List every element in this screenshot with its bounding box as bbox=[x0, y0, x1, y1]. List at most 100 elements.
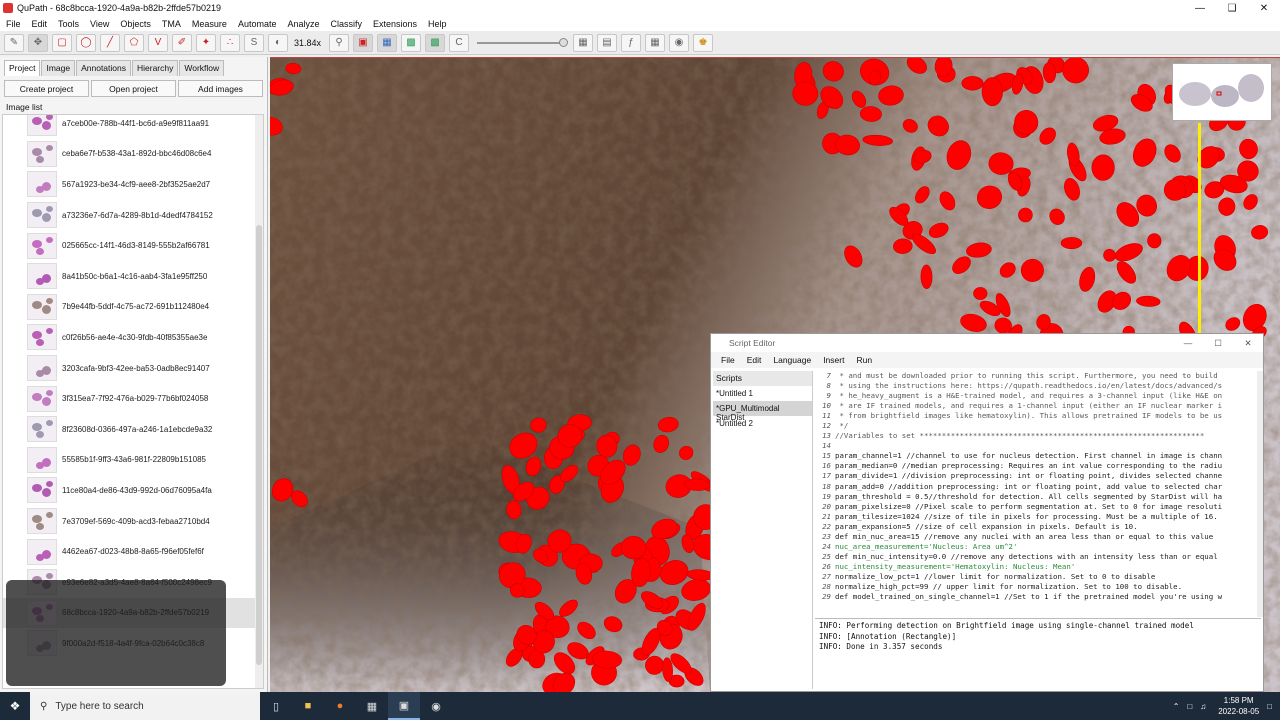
image-list-item[interactable]: c0f26b56-ae4e-4c30-9fdb-40f85355ae3e bbox=[3, 322, 263, 353]
thumbnail-tissue bbox=[46, 420, 53, 427]
wand-tool-icon[interactable]: ✦ bbox=[196, 33, 216, 52]
open-project-button[interactable]: Open project bbox=[91, 80, 176, 97]
menu-classify[interactable]: Classify bbox=[331, 19, 363, 29]
rectangle-tool-icon[interactable]: ▢ bbox=[52, 33, 72, 52]
image-list-scroll-thumb[interactable] bbox=[256, 225, 262, 665]
taskbar-clock[interactable]: 1:58 PM 2022-08-05 bbox=[1218, 695, 1259, 717]
menu-analyze[interactable]: Analyze bbox=[287, 19, 319, 29]
code-editor[interactable]: 7 * and must be downloaded prior to runn… bbox=[815, 371, 1255, 617]
menu-view[interactable]: View bbox=[90, 19, 109, 29]
points-tool-icon[interactable]: ∴ bbox=[220, 33, 240, 52]
script-menu-edit[interactable]: Edit bbox=[747, 355, 762, 365]
menu-objects[interactable]: Objects bbox=[120, 19, 151, 29]
menu-measure[interactable]: Measure bbox=[192, 19, 227, 29]
show-connections-icon[interactable]: C bbox=[449, 33, 470, 52]
menu-file[interactable]: File bbox=[6, 19, 21, 29]
show-annotations-icon[interactable]: ▣ bbox=[353, 33, 374, 52]
line-tool-icon[interactable]: ╱ bbox=[100, 33, 120, 52]
image-list-item[interactable]: 55585b1f-9ff3-43a6-981f-22809b151085 bbox=[3, 445, 263, 476]
taskbar-search[interactable]: ⚲ Type here to search bbox=[30, 692, 260, 720]
qupath-app-icon bbox=[3, 3, 13, 13]
counting-grid-icon[interactable]: ▦ bbox=[645, 33, 666, 52]
opacity-slider-knob[interactable] bbox=[559, 37, 569, 47]
image-list-item[interactable]: ceba6e7f-b538-43a1-892d-bbc46d08c6e4 bbox=[3, 139, 263, 170]
network-icon[interactable]: □ bbox=[1187, 702, 1192, 711]
image-list-item[interactable]: 11ce80a4-de86-43d9-992d-06d76095a4fa bbox=[3, 475, 263, 506]
tab-image[interactable]: Image bbox=[41, 60, 76, 76]
image-list-scrollbar[interactable] bbox=[255, 115, 263, 688]
image-list-item[interactable]: 3203cafa-9bf3-42ee-ba53-0adb8ec91407 bbox=[3, 353, 263, 384]
image-list-item[interactable]: 025665cc-14f1-46d3-8149-555b2af66781 bbox=[3, 230, 263, 261]
create-project-button[interactable]: Create project bbox=[4, 80, 89, 97]
script-item[interactable]: *GPU_Multimodal StarDist bbox=[713, 401, 812, 422]
image-list-item[interactable]: 3f315ea7-7f92-476a-b029-77b6bf024058 bbox=[3, 383, 263, 414]
tab-project[interactable]: Project bbox=[4, 60, 41, 76]
opacity-slider[interactable] bbox=[477, 37, 569, 47]
menu-tma[interactable]: TMA bbox=[162, 19, 181, 29]
script-menu-insert[interactable]: Insert bbox=[823, 355, 844, 365]
slide-overview[interactable] bbox=[1172, 63, 1272, 121]
extensions-icon[interactable]: ♚ bbox=[693, 33, 714, 52]
log-viewer-icon[interactable]: ◉ bbox=[669, 33, 690, 52]
show-grid-icon[interactable]: ▦ bbox=[573, 33, 594, 52]
maximize-button[interactable]: ❏ bbox=[1216, 3, 1248, 14]
close-button[interactable]: ✕ bbox=[1248, 3, 1280, 14]
script-minimize-button[interactable]: — bbox=[1173, 338, 1203, 349]
menu-automate[interactable]: Automate bbox=[238, 19, 277, 29]
brightness-contrast-icon[interactable]: ◐ bbox=[268, 33, 288, 52]
code-text: * are IF trained models, and requires a … bbox=[835, 401, 1223, 411]
file-explorer-icon[interactable]: ■ bbox=[292, 692, 324, 720]
task-view-icon[interactable]: ▯ bbox=[260, 692, 292, 720]
script-item[interactable]: *Untitled 2 bbox=[713, 416, 812, 431]
move-tool-icon[interactable]: ✥ bbox=[28, 33, 48, 52]
image-list-item[interactable]: 7b9e44fb-5ddf-4c75-ac72-691b112480e4 bbox=[3, 292, 263, 323]
show-detections-icon[interactable]: ▩ bbox=[401, 33, 422, 52]
brush-draw-tool-icon[interactable]: ✐ bbox=[172, 33, 192, 52]
tab-workflow[interactable]: Workflow bbox=[179, 60, 225, 76]
ellipse-tool-icon[interactable]: ◯ bbox=[76, 33, 96, 52]
script-maximize-button[interactable]: ☐ bbox=[1203, 338, 1233, 349]
thumbnail-tissue bbox=[36, 370, 44, 378]
script-item[interactable]: *Untitled 1 bbox=[713, 386, 812, 401]
image-list-item[interactable]: 567a1923-be34-4cf9-aee8-2bf3525ae2d7 bbox=[3, 169, 263, 200]
menu-edit[interactable]: Edit bbox=[32, 19, 48, 29]
brush-tool-icon[interactable]: ✎ bbox=[4, 33, 24, 52]
menu-extensions[interactable]: Extensions bbox=[373, 19, 417, 29]
code-scrollbar[interactable] bbox=[1257, 371, 1263, 617]
menu-tools[interactable]: Tools bbox=[58, 19, 79, 29]
script-close-button[interactable]: ✕ bbox=[1233, 338, 1263, 349]
windows-start-icon[interactable]: ❖ bbox=[0, 692, 30, 720]
tray-chevron-icon[interactable]: ⌃ bbox=[1173, 702, 1180, 711]
thumbnail-tissue bbox=[36, 247, 44, 255]
script-menu-run[interactable]: Run bbox=[856, 355, 872, 365]
image-list-item[interactable]: 8f23608d-0366-497a-a246-1a1ebcde9a32 bbox=[3, 414, 263, 445]
polyline-tool-icon[interactable]: V bbox=[148, 33, 168, 52]
fill-detections-icon[interactable]: ▩ bbox=[425, 33, 446, 52]
firefox-icon[interactable]: ● bbox=[324, 692, 356, 720]
qupath-taskbar-icon[interactable]: ▣ bbox=[388, 692, 420, 720]
image-list-item[interactable]: a73236e7-6d7a-4289-8b1d-4dedf4784152 bbox=[3, 200, 263, 231]
script-menu-file[interactable]: File bbox=[721, 355, 735, 365]
measurement-table-icon[interactable]: ▤ bbox=[597, 33, 618, 52]
image-list-item[interactable]: 8a41b50c-b6a1-4c16-aab4-3fa1e95ff250 bbox=[3, 261, 263, 292]
app-icon[interactable]: ▦ bbox=[356, 692, 388, 720]
image-list-item[interactable]: 4462ea67-d023-48b8-8a65-f96ef05fef6f bbox=[3, 536, 263, 567]
notifications-icon[interactable]: □ bbox=[1267, 702, 1272, 711]
show-tma-grid-icon[interactable]: ▦ bbox=[377, 33, 398, 52]
image-list-item[interactable]: 7e3709ef-569c-409b-acd3-febaa2710bd4 bbox=[3, 506, 263, 537]
volume-icon[interactable]: ♫ bbox=[1200, 702, 1206, 711]
line-number: 19 bbox=[822, 491, 831, 501]
script-menu-language[interactable]: Language bbox=[773, 355, 811, 365]
code-line: 18 param_add=0 //addition preprocessing: … bbox=[815, 482, 1255, 492]
tab-hierarchy[interactable]: Hierarchy bbox=[132, 60, 179, 76]
pixel-classifier-icon[interactable]: ƒ bbox=[621, 33, 642, 52]
tab-annotations[interactable]: Annotations bbox=[76, 60, 131, 76]
zoom-to-fit-icon[interactable]: ⚲ bbox=[329, 33, 350, 52]
obs-icon[interactable]: ◉ bbox=[420, 692, 452, 720]
polygon-tool-icon[interactable]: ⬠ bbox=[124, 33, 144, 52]
minimize-button[interactable]: — bbox=[1184, 3, 1216, 14]
add-images-button[interactable]: Add images bbox=[178, 80, 263, 97]
image-list-item[interactable]: a7ceb00e-788b-44f1-bc6d-a9e9f811aa91 bbox=[3, 115, 263, 139]
selection-mode-icon[interactable]: S bbox=[244, 33, 264, 52]
menu-help[interactable]: Help bbox=[428, 19, 447, 29]
